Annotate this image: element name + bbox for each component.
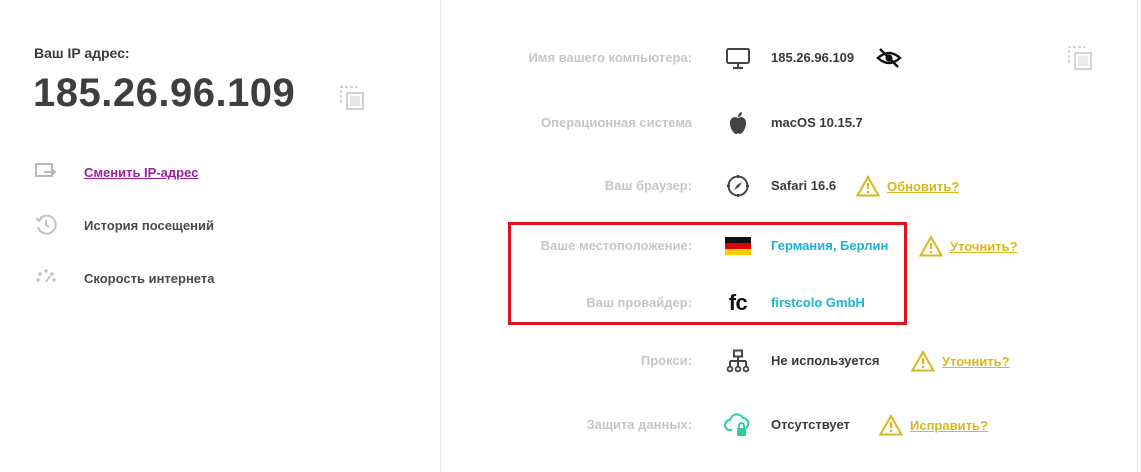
speed-link[interactable]: Скорость интернета xyxy=(84,271,214,286)
speed-icon xyxy=(34,266,58,290)
highlight-box xyxy=(508,222,907,325)
proxy-value: Не используется xyxy=(771,353,880,368)
proxy-refine[interactable]: Уточнить? xyxy=(911,348,1010,374)
network-icon xyxy=(724,348,752,374)
warning-icon xyxy=(919,235,943,257)
os-row: Операционная система macOS 10.15.7 xyxy=(440,108,1140,138)
compass-icon xyxy=(724,173,752,199)
warning-icon xyxy=(856,175,880,197)
history-link[interactable]: История посещений xyxy=(84,218,214,233)
speed-item[interactable]: Скорость интернета xyxy=(34,265,214,291)
refine-proxy-link[interactable]: Уточнить? xyxy=(942,354,1010,369)
apple-icon xyxy=(724,110,752,136)
os-value: macOS 10.15.7 xyxy=(771,115,863,130)
copy-icon[interactable] xyxy=(338,84,366,112)
browser-row: Ваш браузер: Safari 16.6 Обновить? xyxy=(440,171,1140,201)
warning-icon xyxy=(879,414,903,436)
change-ip-link[interactable]: Сменить IP-адрес xyxy=(84,165,198,180)
fix-protection-link[interactable]: Исправить? xyxy=(910,418,988,433)
data-protection-value: Отсутствует xyxy=(771,417,850,432)
computer-name-row: Имя вашего компьютера: 185.26.96.109 xyxy=(440,43,1140,73)
switch-ip-icon xyxy=(34,160,58,184)
update-browser-link[interactable]: Обновить? xyxy=(887,179,959,194)
refine-location-link[interactable]: Уточнить? xyxy=(950,239,1018,254)
cloud-lock-icon xyxy=(724,412,752,438)
hide-eye-icon[interactable] xyxy=(876,47,902,74)
proxy-row: Прокси: Не используется Уточнить? xyxy=(440,346,1140,376)
os-label: Операционная система xyxy=(541,115,692,130)
browser-label: Ваш браузер: xyxy=(604,178,692,193)
location-refine[interactable]: Уточнить? xyxy=(919,233,1018,259)
browser-value: Safari 16.6 xyxy=(771,178,837,193)
warning-icon xyxy=(911,350,935,372)
history-item[interactable]: История посещений xyxy=(34,212,214,238)
change-ip-item[interactable]: Сменить IP-адрес xyxy=(34,159,198,185)
monitor-icon xyxy=(724,45,752,71)
ip-label: Ваш IP адрес: xyxy=(34,45,130,61)
data-protection-label: Защита данных: xyxy=(586,417,692,432)
computer-name-value: 185.26.96.109 xyxy=(771,50,855,65)
protection-fix[interactable]: Исправить? xyxy=(879,412,988,438)
proxy-label: Прокси: xyxy=(640,353,692,368)
history-icon xyxy=(34,213,58,237)
browser-update[interactable]: Обновить? xyxy=(856,173,959,199)
computer-name-label: Имя вашего компьютера: xyxy=(528,50,692,65)
data-protection-row: Защита данных: Отсутствует Исправить? xyxy=(440,410,1140,440)
ip-address-value: 185.26.96.109 xyxy=(33,71,296,115)
